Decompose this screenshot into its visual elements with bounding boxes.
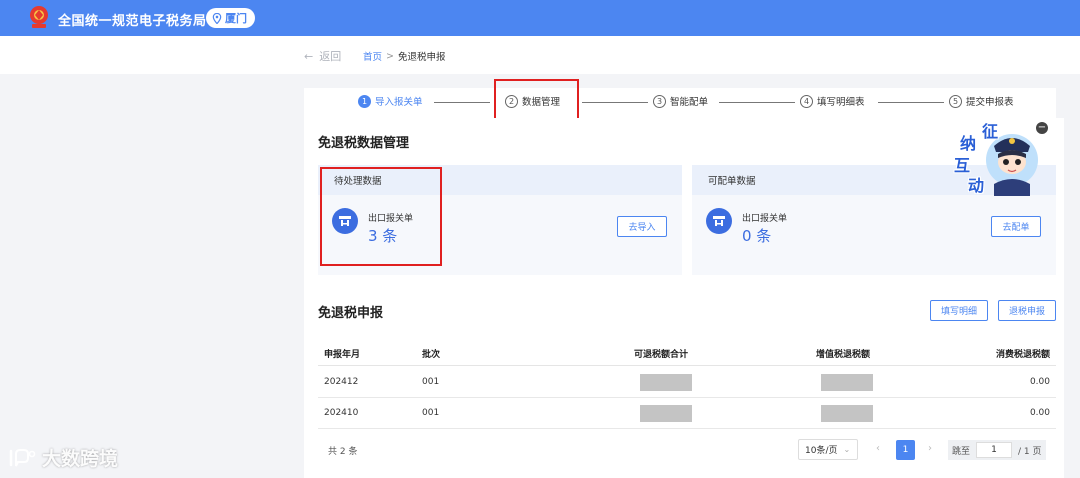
refund-declare-button[interactable]: 退税申报	[998, 300, 1056, 321]
city-selector[interactable]: 厦门	[206, 8, 255, 28]
nav-bar: ← 返回 首页 > 免退税申报	[0, 36, 1080, 74]
top-bar: 全国统一规范电子税务局 厦门	[0, 0, 1080, 36]
column-header: 申报年月	[324, 350, 361, 360]
redacted-refundable-total	[640, 374, 692, 391]
table-row: 202410 001 0.00	[318, 398, 1056, 429]
breadcrumb-separator: >	[386, 50, 394, 62]
watermark-text: 大数跨境	[42, 448, 119, 470]
cell-period: 202412	[324, 377, 359, 387]
app-title: 全国统一规范电子税务局	[58, 14, 207, 29]
page-size-value: 10条/页	[805, 446, 838, 456]
step-smart-match[interactable]: 3 智能配单	[653, 94, 708, 108]
column-header: 消费税退税额	[995, 350, 1050, 360]
cell-batch: 001	[422, 377, 440, 387]
chevron-down-icon: ⌄	[843, 445, 851, 454]
go-import-button[interactable]: 去导入	[617, 216, 667, 237]
redacted-vat-refund	[821, 374, 873, 391]
cell-batch: 001	[422, 408, 440, 418]
step-label: 提交申报表	[966, 97, 1014, 108]
step-number: 5	[949, 94, 962, 108]
step-number: 4	[800, 94, 813, 108]
next-page-icon[interactable]: ›	[928, 443, 932, 454]
step-number: 3	[653, 94, 666, 108]
location-pin-icon	[212, 12, 222, 24]
jump-page-input[interactable]: 1	[976, 442, 1013, 458]
step-submit[interactable]: 5 提交申报表	[949, 94, 1014, 108]
data-management-title: 免退税数据管理	[318, 136, 410, 151]
jump-label: 跳至	[952, 446, 971, 457]
page-jumper: 跳至 1 / 1 页	[948, 440, 1046, 460]
column-header: 增值税退税额	[816, 350, 871, 360]
table-row: 202412 001 0.00	[318, 367, 1056, 398]
mascot-char: 纳	[960, 134, 977, 153]
mascot-close-icon[interactable]: −	[1036, 122, 1048, 134]
step-label: 填写明细表	[817, 97, 865, 108]
step-label: 导入报关单	[375, 97, 423, 108]
city-label: 厦门	[225, 12, 247, 25]
breadcrumb: 首页 > 免退税申报	[363, 49, 446, 64]
breadcrumb-current: 免退税申报	[397, 52, 446, 63]
step-connector	[719, 102, 795, 103]
step-connector	[878, 102, 944, 103]
step-progress: 1 导入报关单 2 数据管理 3 智能配单 4 填写明细表 5 提交申报表	[304, 88, 1056, 118]
breadcrumb-home[interactable]: 首页	[363, 49, 382, 63]
page-size-select[interactable]: 10条/页 ⌄	[798, 439, 858, 460]
step-fill-details[interactable]: 4 填写明细表	[800, 94, 865, 108]
page-number-button[interactable]: 1	[896, 440, 915, 460]
step-number: 1	[358, 94, 371, 108]
step-connector	[434, 102, 490, 103]
highlight-box-pending	[320, 167, 442, 266]
tax-assistant-mascot[interactable]: 征 纳 互 动	[948, 118, 1044, 196]
cell-consumption-tax: 0.00	[1029, 408, 1050, 418]
step-import[interactable]: 1 导入报关单	[358, 94, 423, 108]
back-button[interactable]: ← 返回	[304, 48, 341, 64]
matchable-item-label: 出口报关单	[742, 214, 788, 224]
watermark-logo-icon	[9, 448, 36, 466]
cell-period: 202410	[324, 408, 359, 418]
declaration-title: 免退税申报	[318, 306, 384, 321]
cell-consumption-tax: 0.00	[1029, 377, 1050, 387]
redacted-vat-refund	[821, 405, 873, 422]
table-header: 申报年月 批次 可退税额合计 增值税退税额 消费税退税额	[318, 338, 1056, 366]
arrow-left-icon: ←	[304, 49, 314, 63]
go-match-button[interactable]: 去配单	[991, 216, 1041, 237]
mascot-char: 动	[968, 176, 985, 195]
matchable-item-count: 0 条	[742, 227, 772, 245]
page-total: / 1 页	[1018, 446, 1042, 457]
step-label: 智能配单	[670, 97, 709, 108]
total-count: 共 2 条	[328, 447, 358, 457]
tax-emblem-icon	[30, 6, 48, 28]
redacted-refundable-total	[640, 405, 692, 422]
step-connector	[582, 102, 648, 103]
prev-page-icon[interactable]: ‹	[876, 443, 880, 454]
customs-declaration-icon	[706, 208, 732, 234]
column-header: 批次	[422, 350, 441, 360]
mascot-char: 征	[982, 122, 999, 141]
back-label: 返回	[319, 50, 342, 63]
fill-details-button[interactable]: 填写明细	[930, 300, 988, 321]
column-header: 可退税额合计	[634, 350, 689, 360]
watermark: 大数跨境	[8, 444, 118, 471]
